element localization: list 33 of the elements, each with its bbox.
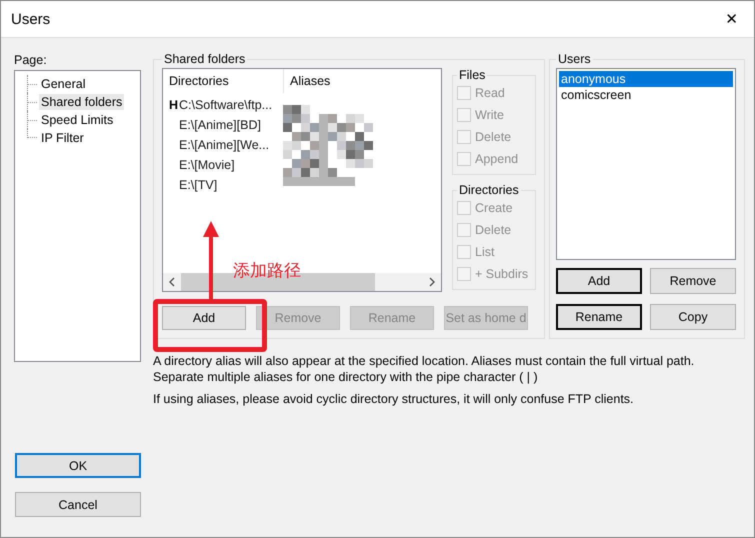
home-marker: H xyxy=(169,98,178,112)
rename-user-button[interactable]: Rename xyxy=(556,304,642,330)
group-title: Users xyxy=(557,52,592,66)
page-tree-item[interactable]: IP Filter xyxy=(39,130,86,146)
cancel-button[interactable]: Cancel xyxy=(15,492,141,517)
page-tree-item[interactable]: Speed Limits xyxy=(39,112,116,128)
scroll-right-icon[interactable] xyxy=(429,277,435,287)
column-header[interactable]: Aliases xyxy=(284,69,330,93)
help-text: If using aliases, please avoid cyclic directory structures, it will only confuse FTP clients. xyxy=(153,391,635,407)
window-title: Users xyxy=(11,10,50,28)
close-button[interactable]: ✕ xyxy=(719,8,744,30)
directory-path[interactable]: E:\[Movie] xyxy=(179,158,235,172)
help-text: A directory alias will also appear at the specified location. Aliases must contain the full virtual path. Separate multiple aliases for one directory with the pipe character ( | ) xyxy=(153,353,696,385)
user-list-item[interactable]: anonymous xyxy=(559,71,733,87)
remove-user-button[interactable]: Remove xyxy=(650,268,736,294)
directory-path[interactable]: C:\Software\ftp... xyxy=(179,98,272,112)
group-title: Directories xyxy=(458,183,520,197)
page-label: Page: xyxy=(14,52,48,68)
copy-user-button[interactable]: Copy xyxy=(650,304,736,330)
group-title: Shared folders xyxy=(163,52,246,66)
add-button[interactable]: Add xyxy=(162,306,246,330)
add-user-button[interactable]: Add xyxy=(556,268,642,294)
scroll-left-icon[interactable] xyxy=(169,277,175,287)
column-header[interactable]: Directories xyxy=(163,69,284,93)
directory-path[interactable]: E:\[Anime][We... xyxy=(179,138,270,152)
page-tree-item[interactable]: General xyxy=(39,76,88,92)
ok-button[interactable]: OK xyxy=(15,453,141,478)
annotation-label: 添加路径 xyxy=(233,260,301,282)
group-title: Files xyxy=(458,68,486,82)
directory-path[interactable]: E:\[TV] xyxy=(179,178,218,192)
user-list-item[interactable]: comicscreen xyxy=(559,87,733,103)
page-tree-item[interactable]: Shared folders xyxy=(39,94,124,110)
directory-path[interactable]: E:\[Anime][BD] xyxy=(179,118,261,132)
